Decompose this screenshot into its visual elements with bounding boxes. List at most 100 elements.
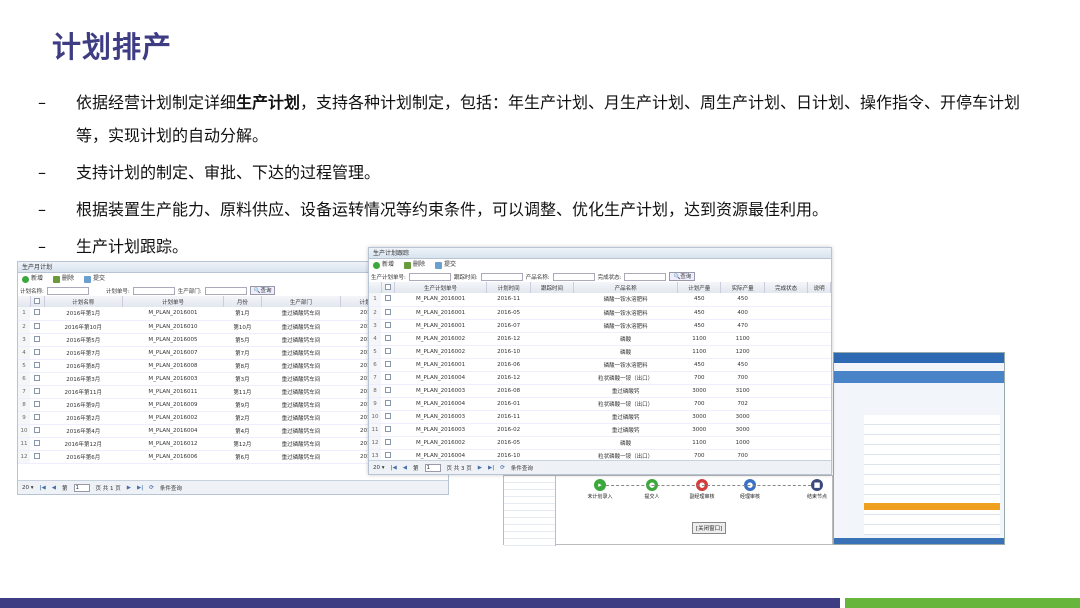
last-page-button[interactable]: ▶| xyxy=(488,465,494,471)
search-button[interactable]: 🔍查询 xyxy=(669,272,696,281)
table-cell: M_PLAN_2016001 xyxy=(394,306,487,320)
row-checkbox[interactable] xyxy=(384,412,391,419)
table-row[interactable]: 7 M_PLAN_2016004 2016-12 粒状磷酸一铵（出口） 700 700 xyxy=(369,371,831,385)
plan-code-input[interactable] xyxy=(132,286,175,295)
select-all-checkbox[interactable] xyxy=(34,297,41,304)
table-cell: 10 xyxy=(18,424,30,438)
row-checkbox[interactable] xyxy=(34,439,41,446)
query-link[interactable]: 条件查询 xyxy=(511,464,533,472)
row-checkbox[interactable] xyxy=(34,361,41,368)
submit-button[interactable]: 提交 xyxy=(84,273,105,285)
table-cell: 450 xyxy=(677,358,721,372)
plan-code-select[interactable] xyxy=(408,272,451,281)
column-header[interactable]: 计划时间 xyxy=(486,282,531,293)
row-checkbox[interactable] xyxy=(34,452,41,459)
table-cell: 2016-05 xyxy=(486,306,531,320)
column-header[interactable]: 跟踪时间 xyxy=(530,282,575,293)
table-row[interactable]: 2 M_PLAN_2016001 2016-05 磷酸一铵水溶肥料 450 400 xyxy=(369,306,831,320)
row-checkbox[interactable] xyxy=(34,309,41,316)
plan-name-input[interactable] xyxy=(46,286,89,295)
row-checkbox[interactable] xyxy=(34,426,41,433)
row-checkbox[interactable] xyxy=(384,334,391,341)
row-checkbox[interactable] xyxy=(384,451,391,458)
table-row[interactable]: 8 M_PLAN_2016003 2016-08 重过磷酸钙 3000 3100 xyxy=(369,384,831,398)
column-header[interactable]: 完成状态 xyxy=(764,282,809,293)
search-button[interactable]: 🔍查询 xyxy=(249,286,276,295)
table-cell xyxy=(530,371,574,385)
plan-tracking-window: 生产计划跟踪 新增 删除 提交 生产计划单号: 跟踪时间: 产品名称: 完成状态… xyxy=(368,247,832,475)
last-page-button[interactable]: ▶| xyxy=(137,485,143,491)
column-header[interactable]: 生产计划单号 xyxy=(394,282,488,293)
table-cell: 11 xyxy=(369,423,381,437)
row-checkbox[interactable] xyxy=(34,348,41,355)
table-row[interactable]: 1 M_PLAN_2016001 2016-11 磷酸一铵水溶肥料 450 450 xyxy=(369,293,831,307)
table-row[interactable]: 3 M_PLAN_2016001 2016-07 磷酸一铵水溶肥料 450 470 xyxy=(369,319,831,333)
bullet-list: – 依据经营计划制定详细生产计划，支持各种计划制定，包括：年生产计划、月生产计划… xyxy=(38,86,1038,267)
row-checkbox[interactable] xyxy=(34,413,41,420)
product-input[interactable] xyxy=(552,272,595,281)
next-page-button[interactable]: ▶ xyxy=(478,465,482,471)
table-row[interactable]: 11 M_PLAN_2016003 2016-02 重过磷酸钙 3000 3000 xyxy=(369,423,831,437)
first-page-button[interactable]: |◀ xyxy=(391,465,397,471)
next-page-button[interactable]: ▶ xyxy=(127,485,131,491)
close-window-button[interactable]: [关闭窗口] xyxy=(692,522,727,534)
column-header[interactable] xyxy=(18,296,31,307)
table-row[interactable]: 5 M_PLAN_2016002 2016-10 磷酸 1100 1200 xyxy=(369,345,831,359)
row-checkbox[interactable] xyxy=(384,399,391,406)
page-input[interactable]: 1 xyxy=(73,483,90,492)
column-header[interactable]: 计划名称 xyxy=(44,296,123,307)
submit-button[interactable]: 提交 xyxy=(435,259,456,271)
first-page-button[interactable]: |◀ xyxy=(40,485,46,491)
row-checkbox[interactable] xyxy=(384,373,391,380)
row-checkbox[interactable] xyxy=(384,360,391,367)
row-checkbox[interactable] xyxy=(34,335,41,342)
row-checkbox[interactable] xyxy=(34,374,41,381)
column-header[interactable]: 计划单号 xyxy=(122,296,225,307)
row-checkbox[interactable] xyxy=(384,386,391,393)
track-time-input[interactable] xyxy=(480,272,523,281)
prev-page-button[interactable]: ◀ xyxy=(403,465,407,471)
table-row[interactable]: 10 M_PLAN_2016003 2016-11 重过磷酸钙 3000 3000 xyxy=(369,410,831,424)
add-button[interactable]: 新增 xyxy=(373,259,394,271)
row-checkbox[interactable] xyxy=(384,425,391,432)
table-row[interactable]: 4 M_PLAN_2016002 2016-12 磷酸 1100 1100 xyxy=(369,332,831,346)
column-header[interactable]: 计划产量 xyxy=(677,282,722,293)
row-checkbox[interactable] xyxy=(384,295,391,302)
table-row[interactable]: 6 M_PLAN_2016001 2016-06 磷酸一铵水溶肥料 450 450 xyxy=(369,358,831,372)
query-link[interactable]: 条件查询 xyxy=(160,484,182,492)
page-size-select[interactable]: 20 ▾ xyxy=(373,465,385,471)
table-cell: 2016年第2月 xyxy=(44,411,123,425)
row-checkbox[interactable] xyxy=(384,321,391,328)
row-checkbox[interactable] xyxy=(384,438,391,445)
row-checkbox[interactable] xyxy=(384,308,391,315)
table-cell: 第8月 xyxy=(223,359,262,373)
delete-button[interactable]: 删除 xyxy=(53,273,74,285)
page-input[interactable]: 1 xyxy=(424,463,441,472)
table-cell: 1100 xyxy=(677,436,721,450)
select-all-checkbox[interactable] xyxy=(384,283,391,290)
table-row[interactable]: 12 M_PLAN_2016002 2016-05 磷酸 1100 1000 xyxy=(369,436,831,450)
row-checkbox[interactable] xyxy=(34,322,41,329)
prev-page-button[interactable]: ◀ xyxy=(52,485,56,491)
row-checkbox[interactable] xyxy=(384,347,391,354)
column-header[interactable] xyxy=(30,296,46,307)
column-header[interactable]: 月份 xyxy=(223,296,262,307)
add-button[interactable]: 新增 xyxy=(22,273,43,285)
refresh-icon[interactable]: ⟳ xyxy=(500,465,505,471)
status-select[interactable] xyxy=(624,272,667,281)
dept-select[interactable] xyxy=(204,286,247,295)
delete-button[interactable]: 删除 xyxy=(404,259,425,271)
column-header[interactable]: 生产部门 xyxy=(261,296,342,307)
column-header[interactable] xyxy=(381,282,395,293)
column-header[interactable]: 说明 xyxy=(807,282,831,293)
table-cell: 重过磷酸钙车间 xyxy=(261,437,341,451)
table-cell xyxy=(764,293,808,307)
row-checkbox[interactable] xyxy=(34,400,41,407)
table-row[interactable]: 9 M_PLAN_2016004 2016-01 粒状磷酸一铵（出口） 700 702 xyxy=(369,397,831,411)
row-checkbox[interactable] xyxy=(34,387,41,394)
refresh-icon[interactable]: ⟳ xyxy=(149,485,154,491)
column-header[interactable]: 产品名称 xyxy=(573,282,679,293)
column-header[interactable] xyxy=(369,282,382,293)
column-header[interactable]: 实际产量 xyxy=(720,282,765,293)
page-size-select[interactable]: 20 ▾ xyxy=(22,485,34,491)
